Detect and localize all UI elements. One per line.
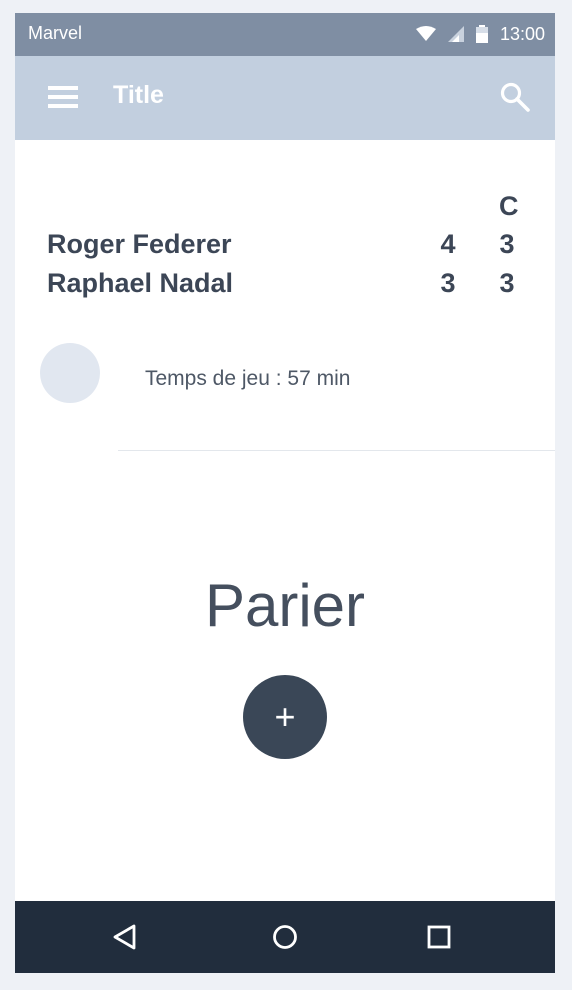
nav-bar (15, 901, 555, 973)
bet-heading: Parier (204, 572, 366, 639)
signal-icon (447, 26, 464, 42)
app-bar: Title (15, 56, 555, 140)
player-name: Raphael Nadal (47, 268, 234, 298)
recents-icon[interactable] (421, 919, 457, 955)
wifi-icon (415, 26, 436, 41)
back-icon[interactable] (107, 919, 143, 955)
play-time: Temps de jeu : 57 min (145, 367, 351, 390)
score-column-header: C (499, 191, 519, 221)
plus-icon: + (274, 696, 296, 737)
player-name: Roger Federer (47, 229, 232, 259)
avatar (40, 343, 100, 403)
player-score: 3 (499, 229, 515, 259)
status-bar: Marvel 13:00 (15, 13, 555, 56)
home-icon[interactable] (267, 919, 303, 955)
player-score: 3 (440, 268, 456, 298)
player-row: Raphael Nadal 3 3 (47, 268, 527, 304)
add-bet-button[interactable]: + (243, 675, 327, 759)
player-row: Roger Federer 4 3 (47, 229, 527, 265)
divider (118, 450, 555, 451)
status-icons: 13:00 (415, 23, 545, 45)
search-icon[interactable] (499, 81, 531, 113)
battery-icon (475, 25, 488, 43)
phone-screen: Marvel 13:00 Title C Roger Federer 4 3 R… (15, 13, 555, 973)
menu-icon[interactable] (43, 82, 83, 112)
carrier-name: Marvel (28, 23, 83, 43)
player-score: 3 (499, 268, 515, 298)
app-title: Title (113, 81, 164, 109)
status-time: 13:00 (499, 23, 545, 44)
player-score: 4 (440, 229, 456, 259)
